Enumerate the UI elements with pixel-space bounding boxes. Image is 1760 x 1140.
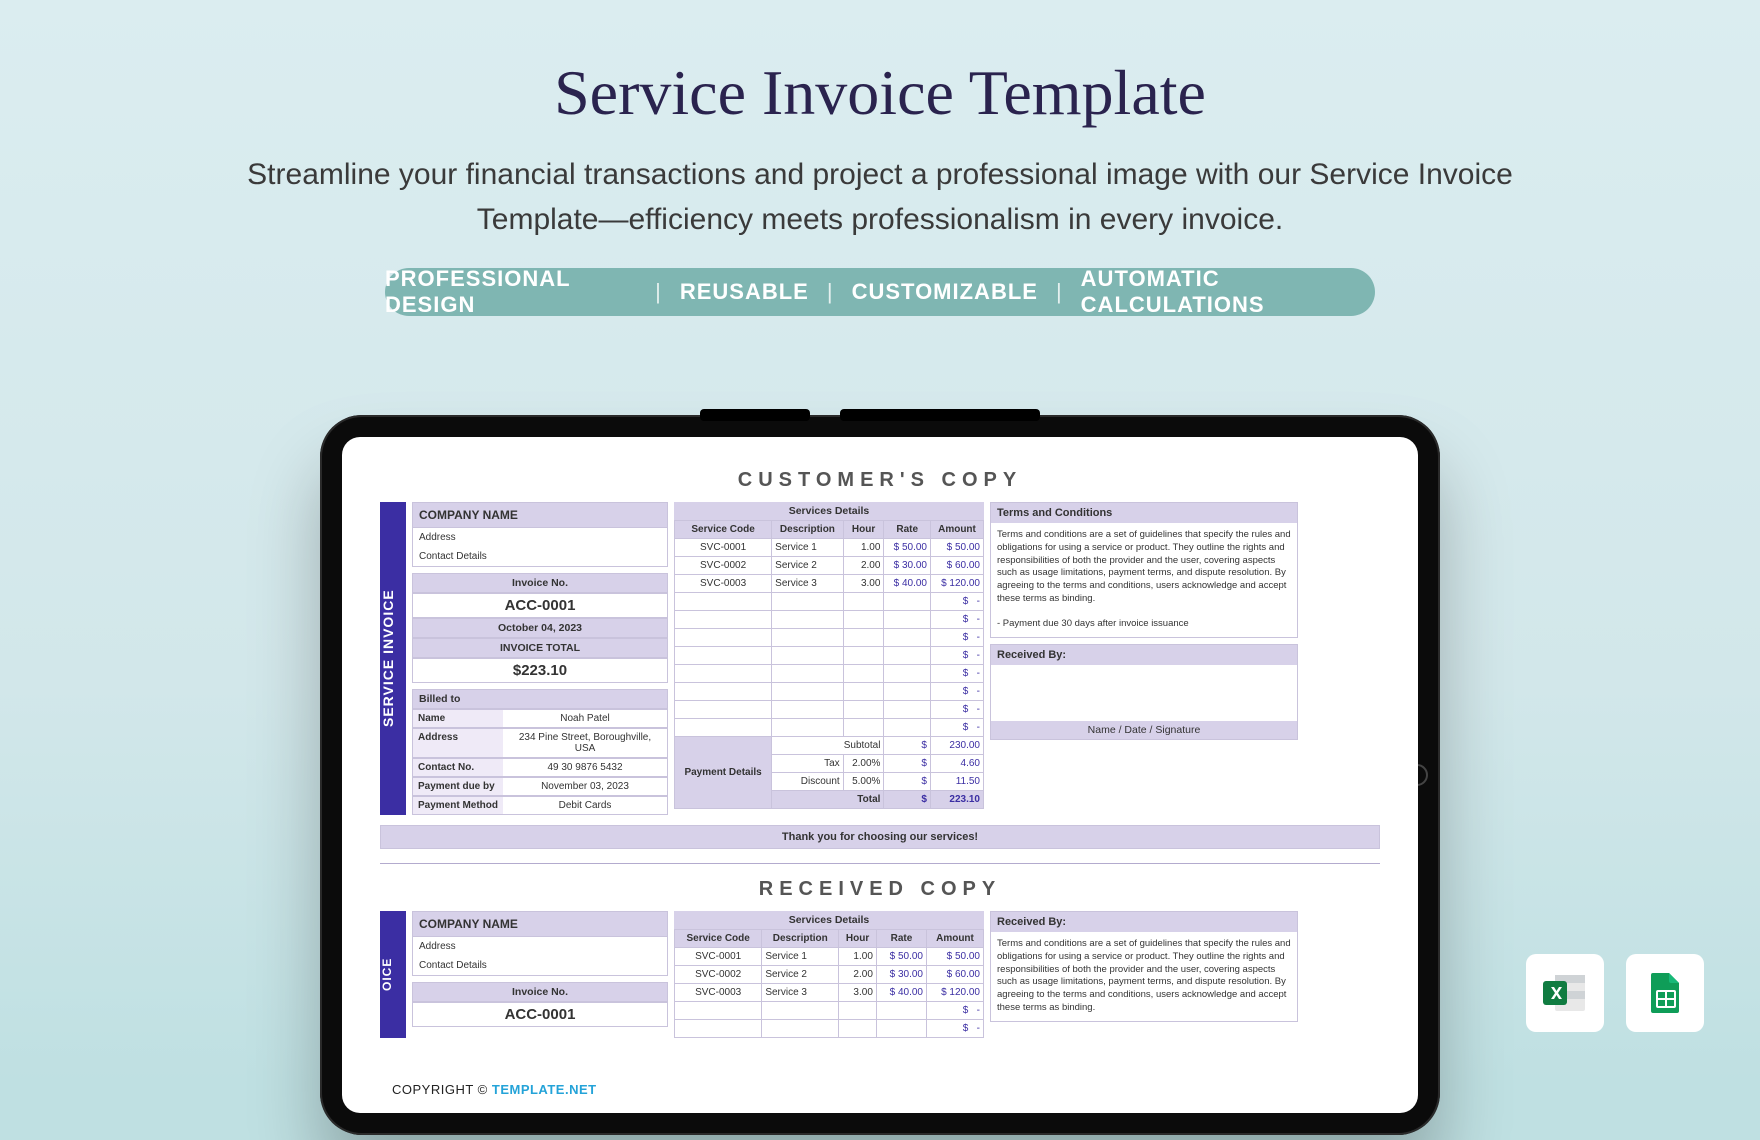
invoice-no: ACC-0001 — [412, 593, 668, 618]
invoice-total-label: INVOICE TOTAL — [412, 638, 668, 658]
received-by-label: Received By: — [991, 645, 1297, 665]
services-column-2: Services Details Service CodeDescription… — [674, 911, 984, 1038]
badge-sep: | — [827, 279, 834, 305]
section-title-customer: CUSTOMER'S COPY — [380, 469, 1380, 492]
page-subtitle: Streamline your financial transactions a… — [0, 152, 1760, 242]
thanks-bar: Thank you for choosing our services! — [380, 825, 1380, 849]
badge-sep: | — [1056, 279, 1063, 305]
invoice-no-label: Invoice No. — [412, 573, 668, 593]
services-header-2: Services Details — [674, 911, 984, 929]
table-row: SVC-0001Service 11.00$ 50.00$ 50.00 — [675, 948, 984, 966]
services-table-2: Service CodeDescriptionHourRateAmount SV… — [674, 929, 984, 1038]
table-row: SVC-0003Service 33.00$ 40.00$ 120.00 — [675, 984, 984, 1002]
page-title: Service Invoice Template — [0, 0, 1760, 130]
company-name-2: COMPANY NAME — [412, 911, 668, 937]
side-band: SERVICE INVOICE — [380, 502, 406, 815]
subtitle-line-1: Streamline your financial transactions a… — [247, 158, 1513, 191]
received-by-label-2: Received By: — [991, 912, 1297, 932]
signature-label: Name / Date / Signature — [991, 721, 1297, 739]
table-row: SVC-0002Service 22.00$ 30.00$ 60.00 — [675, 966, 984, 984]
terms-column-2: Received By: Terms and conditions are a … — [990, 911, 1298, 1038]
left-column-2: COMPANY NAME Address Contact Details Inv… — [412, 911, 668, 1038]
google-sheets-icon — [1626, 954, 1704, 1032]
badge-sep: | — [655, 279, 662, 305]
company-name: COMPANY NAME — [412, 502, 668, 528]
terms-note: - Payment due 30 days after invoice issu… — [991, 612, 1297, 637]
terms-body-2: Terms and conditions are a set of guidel… — [991, 932, 1297, 1021]
invoice-no-2: ACC-0001 — [412, 1002, 668, 1027]
table-row: SVC-0002Service 22.00$ 30.00$ 60.00 — [675, 557, 984, 575]
left-column: COMPANY NAME Address Contact Details Inv… — [412, 502, 668, 815]
company-address-label-2: Address — [413, 937, 667, 956]
badge-reusable: REUSABLE — [680, 279, 809, 305]
invoice-total: $223.10 — [412, 658, 668, 683]
section-title-received: RECEIVED COPY — [380, 878, 1380, 901]
invoice-no-label-2: Invoice No. — [412, 982, 668, 1002]
excel-icon — [1526, 954, 1604, 1032]
bill-method: Payment MethodDebit Cards — [412, 796, 668, 815]
bill-address: Address234 Pine Street, Boroughville, US… — [412, 728, 668, 758]
feature-badge-strip: PROFESSIONAL DESIGN | REUSABLE | CUSTOMI… — [385, 268, 1375, 316]
table-row: SVC-0003Service 33.00$ 40.00$ 120.00 — [675, 575, 984, 593]
services-header: Services Details — [674, 502, 984, 520]
subtitle-line-2: Template—efficiency meets professionalis… — [477, 203, 1283, 236]
tablet-screen: CUSTOMER'S COPY SERVICE INVOICE COMPANY … — [342, 437, 1418, 1113]
terms-title: Terms and Conditions — [991, 503, 1297, 523]
divider — [380, 863, 1380, 864]
company-address-label: Address — [413, 528, 667, 547]
table-row: SVC-0001Service 11.00$ 50.00$ 50.00 — [675, 539, 984, 557]
terms-column: Terms and Conditions Terms and condition… — [990, 502, 1298, 815]
bill-phone: Contact No.49 30 9876 5432 — [412, 758, 668, 777]
billed-to-label: Billed to — [412, 689, 668, 709]
badge-professional: PROFESSIONAL DESIGN — [385, 266, 637, 318]
services-table: Service CodeDescriptionHourRateAmount SV… — [674, 520, 984, 809]
bill-due: Payment due byNovember 03, 2023 — [412, 777, 668, 796]
terms-body: Terms and conditions are a set of guidel… — [991, 523, 1297, 612]
bill-name: NameNoah Patel — [412, 709, 668, 728]
company-contact-label: Contact Details — [413, 547, 667, 566]
footer: COPYRIGHT © TEMPLATE.NET — [392, 1082, 597, 1097]
badge-auto-calc: AUTOMATIC CALCULATIONS — [1081, 266, 1375, 318]
side-band-2: OICE — [380, 911, 406, 1038]
company-contact-label-2: Contact Details — [413, 956, 667, 975]
services-column: Services Details Service CodeDescription… — [674, 502, 984, 815]
badge-customizable: CUSTOMIZABLE — [852, 279, 1038, 305]
tablet-frame: CUSTOMER'S COPY SERVICE INVOICE COMPANY … — [320, 415, 1440, 1135]
invoice-date: October 04, 2023 — [412, 618, 668, 638]
